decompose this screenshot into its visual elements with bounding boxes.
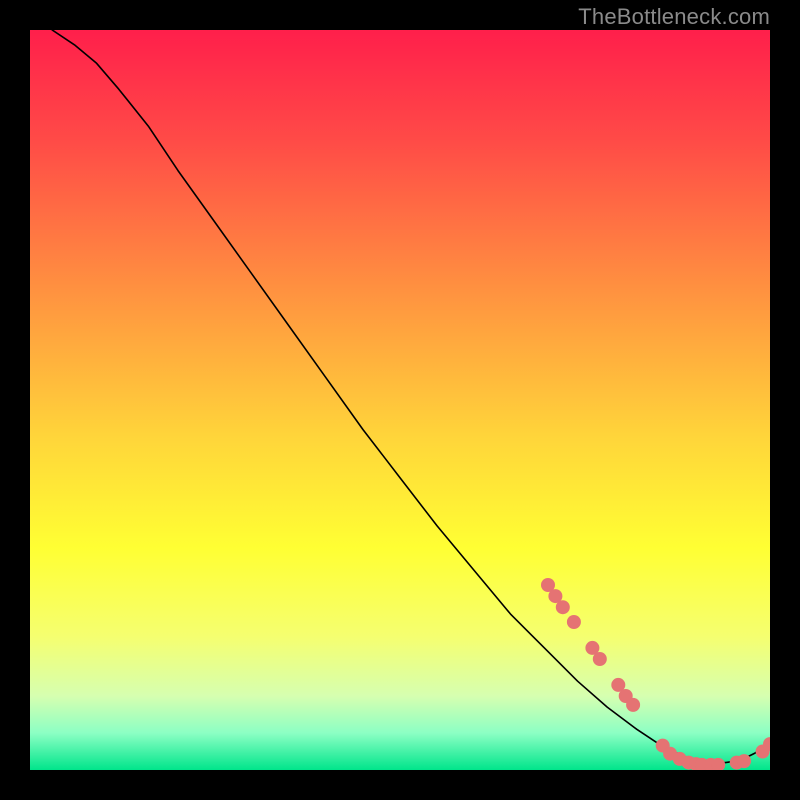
chart-svg (30, 30, 770, 770)
data-marker (737, 754, 751, 768)
watermark-text: TheBottleneck.com (578, 4, 770, 30)
gradient-background (30, 30, 770, 770)
data-marker (556, 600, 570, 614)
data-marker (567, 615, 581, 629)
plot-area (30, 30, 770, 770)
data-marker (593, 652, 607, 666)
chart-container: TheBottleneck.com (0, 0, 800, 800)
data-marker (626, 698, 640, 712)
